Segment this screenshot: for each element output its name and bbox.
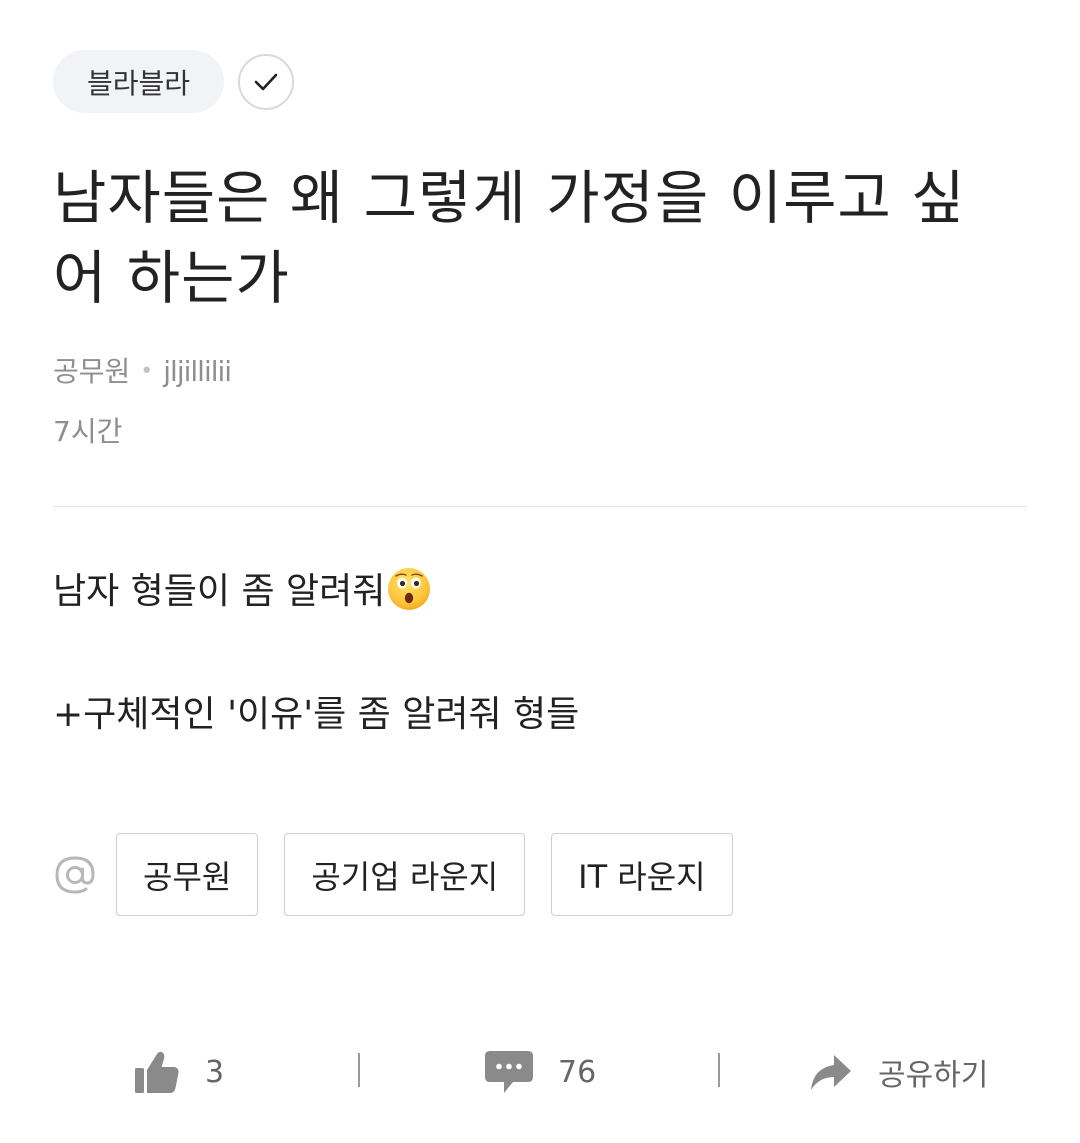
- category-label: 블라블라: [87, 66, 191, 100]
- tag-list: 공무원 공기업 라운지 IT 라운지: [53, 833, 759, 916]
- tag-label: IT 라운지: [578, 857, 706, 896]
- like-button[interactable]: 3: [133, 1040, 224, 1104]
- body-paragraph: 남자 형들이 좀 알려줘: [53, 562, 1027, 622]
- meta-separator-dot: •: [140, 359, 154, 384]
- action-bar: 3 76 공유하기: [0, 1040, 1080, 1104]
- share-label: 공유하기: [878, 1058, 989, 1093]
- follow-check-button[interactable]: [238, 53, 295, 110]
- at-sign-icon: [53, 853, 97, 897]
- comment-button[interactable]: 76: [484, 1040, 596, 1104]
- post-body: 남자 형들이 좀 알려줘 +구체적인 '이유'를 좀 알려줘 형들: [53, 562, 1027, 745]
- share-button[interactable]: 공유하기: [808, 1040, 988, 1104]
- share-arrow-icon: [811, 1055, 851, 1090]
- tag-chip[interactable]: 공기업 라운지: [284, 833, 526, 916]
- check-icon: [254, 73, 278, 90]
- post-header: 블라블라: [53, 50, 295, 113]
- tag-label: 공기업 라운지: [311, 857, 499, 896]
- speech-bubble-icon: [485, 1051, 533, 1093]
- hushed-face-emoji: [388, 568, 431, 610]
- author-company[interactable]: 공무원: [53, 352, 130, 392]
- author-nickname[interactable]: jljillilii: [163, 352, 232, 392]
- post-time: 7시간: [53, 415, 123, 448]
- like-count: 3: [205, 1054, 225, 1090]
- divider: [53, 506, 1027, 507]
- category-chip[interactable]: 블라블라: [53, 50, 225, 113]
- body-paragraph: +구체적인 '이유'를 좀 알려줘 형들: [53, 685, 1027, 745]
- tag-label: 공무원: [143, 857, 232, 896]
- action-separator: [358, 1053, 360, 1087]
- comment-count: 76: [558, 1054, 597, 1090]
- body-line-2: +구체적인 '이유'를 좀 알려줘 형들: [53, 694, 580, 735]
- post-meta: 공무원 • jljillilii: [53, 352, 232, 392]
- thumbs-up-icon: [135, 1051, 179, 1093]
- post-title: 남자들은 왜 그렇게 가정을 이루고 싶어 하는가: [53, 164, 966, 312]
- body-line-1: 남자 형들이 좀 알려줘: [53, 571, 386, 612]
- tag-chip[interactable]: IT 라운지: [551, 833, 733, 916]
- action-separator: [718, 1053, 720, 1087]
- tag-chip[interactable]: 공무원: [116, 833, 259, 916]
